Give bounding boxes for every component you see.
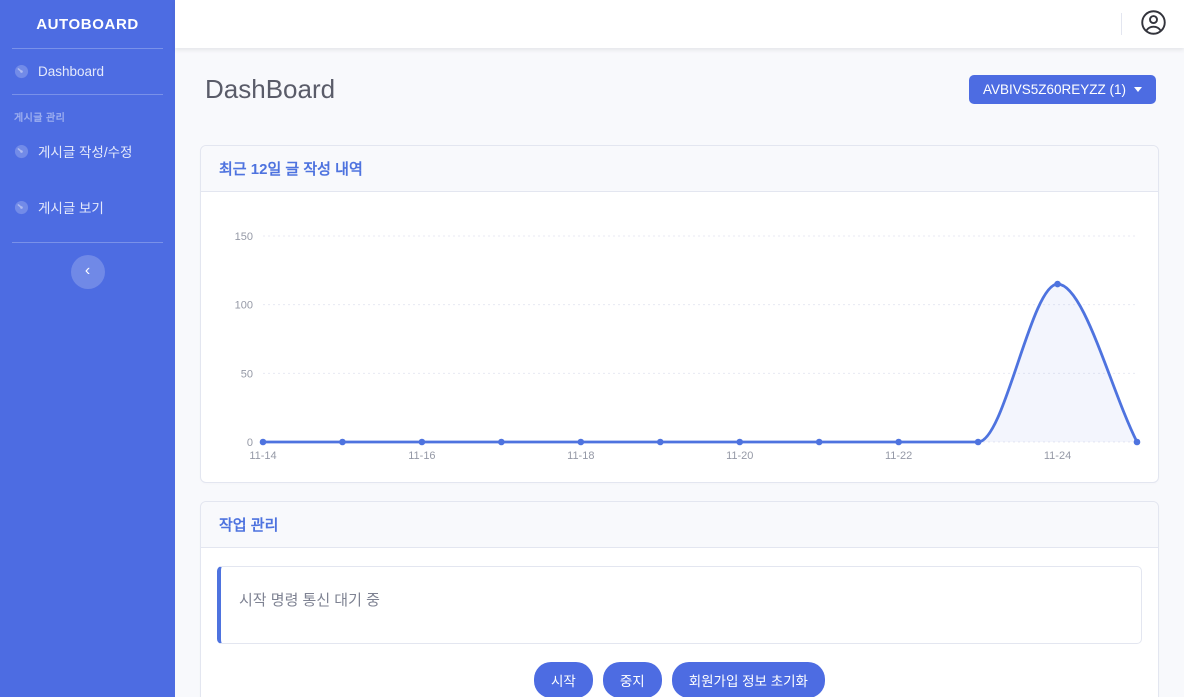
stop-button[interactable]: 중지: [603, 662, 662, 697]
task-status-message: 시작 명령 통신 대기 중: [239, 592, 380, 609]
svg-text:11-14: 11-14: [249, 450, 276, 462]
sidebar-item-label: 게시글 작성/수정: [38, 141, 132, 161]
sidebar-item-label: Dashboard: [38, 64, 104, 79]
sidebar-item-dashboard[interactable]: Dashboard: [0, 49, 175, 94]
main-column: DashBoard AVBIVS5Z60REYZZ (1) 최근 12일 글 작…: [175, 0, 1184, 697]
svg-text:100: 100: [235, 300, 253, 312]
svg-text:150: 150: [235, 231, 253, 243]
user-menu-button[interactable]: [1138, 9, 1168, 39]
task-card-body: 시작 명령 통신 대기 중 시작 중지 회원가입 정보 초기화: [201, 548, 1158, 697]
account-dropdown-button[interactable]: AVBIVS5Z60REYZZ (1): [969, 75, 1156, 104]
recent-posts-chart-card: 최근 12일 글 작성 내역 0 50 100 150 11-14 11-16 11-18 1…: [200, 145, 1159, 483]
reset-signup-info-button[interactable]: 회원가입 정보 초기화: [672, 662, 825, 697]
tachometer-icon: [14, 64, 29, 79]
sidebar-collapse-area: ‹: [0, 243, 175, 301]
page-content: DashBoard AVBIVS5Z60REYZZ (1) 최근 12일 글 작…: [175, 48, 1184, 697]
sidebar-collapse-button[interactable]: ‹: [71, 255, 105, 289]
sidebar-item-label: 게시글 보기: [38, 197, 104, 217]
svg-text:11-16: 11-16: [408, 450, 435, 462]
svg-text:11-22: 11-22: [885, 450, 912, 462]
sidebar-item-post-view[interactable]: 게시글 보기: [0, 182, 175, 232]
svg-text:11-24: 11-24: [1044, 450, 1071, 462]
svg-text:0: 0: [247, 437, 253, 449]
sidebar-section-label: 게시글 관리: [0, 95, 175, 126]
tachometer-icon: [14, 144, 29, 159]
chart-card-title: 최근 12일 글 작성 내역: [201, 146, 1158, 192]
topbar: [175, 0, 1184, 48]
svg-text:11-20: 11-20: [726, 450, 753, 462]
tachometer-icon: [14, 200, 29, 215]
account-dropdown-label: AVBIVS5Z60REYZZ (1): [983, 82, 1126, 97]
task-status-box: 시작 명령 통신 대기 중: [217, 566, 1142, 644]
heading-row: DashBoard AVBIVS5Z60REYZZ (1): [205, 74, 1156, 105]
sidebar-item-post-write-edit[interactable]: 게시글 작성/수정: [0, 126, 175, 176]
sidebar: AUTOBOARD Dashboard 게시글 관리 게시글 작성/수정: [0, 0, 175, 697]
user-circle-icon: [1140, 9, 1167, 39]
start-button[interactable]: 시작: [534, 662, 593, 697]
brand-logo[interactable]: AUTOBOARD: [0, 0, 175, 48]
svg-text:11-18: 11-18: [567, 450, 594, 462]
chevron-left-icon: ‹: [85, 263, 90, 279]
task-buttons-row: 시작 중지 회원가입 정보 초기화: [217, 644, 1142, 697]
page-title: DashBoard: [205, 74, 335, 105]
posts-line-chart: 0 50 100 150 11-14 11-16 11-18 11-20 11-22 11-24: [215, 206, 1161, 478]
task-card-title: 작업 관리: [201, 502, 1158, 548]
topbar-divider: [1121, 13, 1122, 35]
svg-text:50: 50: [241, 368, 253, 380]
chart-card-body: 0 50 100 150 11-14 11-16 11-18 11-20 11-22 11-24: [201, 192, 1158, 482]
task-management-card: 작업 관리 시작 명령 통신 대기 중 시작 중지 회원가입 정보 초기화: [200, 501, 1159, 697]
caret-down-icon: [1134, 87, 1142, 92]
